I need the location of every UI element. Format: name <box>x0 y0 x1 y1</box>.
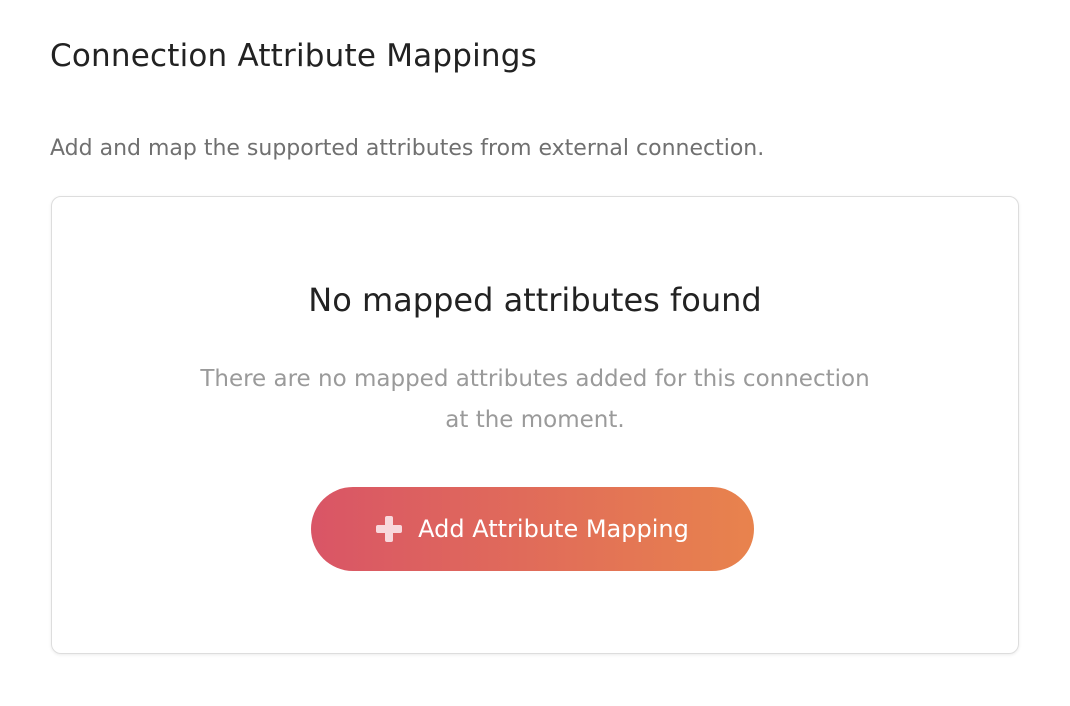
page-title: Connection Attribute Mappings <box>50 38 537 74</box>
empty-state-message-line2: at the moment. <box>445 407 625 433</box>
empty-state-message: There are no mapped attributes added for… <box>52 359 1018 441</box>
empty-state-message-line1: There are no mapped attributes added for… <box>200 366 870 392</box>
empty-state-title: No mapped attributes found <box>308 281 762 319</box>
page-description: Add and map the supported attributes fro… <box>50 136 765 161</box>
add-attribute-mapping-label: Add Attribute Mapping <box>418 515 689 543</box>
empty-state-card: No mapped attributes found There are no … <box>51 196 1019 654</box>
plus-icon <box>376 516 403 542</box>
add-attribute-mapping-button[interactable]: Add Attribute Mapping <box>311 487 754 571</box>
